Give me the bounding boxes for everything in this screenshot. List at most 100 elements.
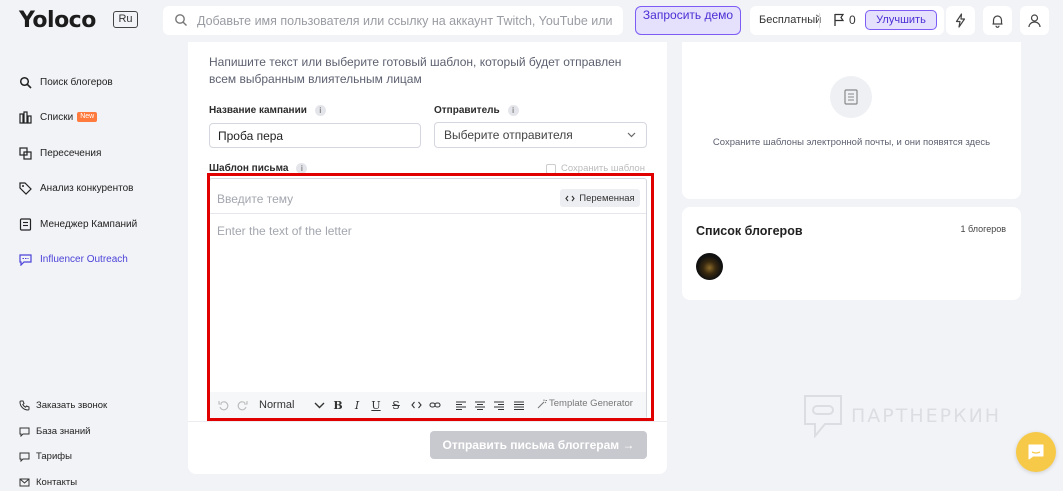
italic-button[interactable]: I	[351, 398, 363, 412]
template-generator-label: Template Generator	[549, 398, 633, 409]
watermark-text: ПАРТНЕРКИН	[851, 405, 1002, 427]
search-input[interactable]	[197, 9, 617, 32]
template-label: Шаблон письма i	[209, 163, 308, 174]
redo-icon	[237, 400, 248, 410]
bell-icon	[992, 15, 1003, 28]
align-right-button[interactable]	[493, 398, 505, 412]
divider	[188, 421, 667, 422]
format-select-value: Normal	[259, 399, 295, 411]
request-demo-button[interactable]: Запросить демо	[635, 6, 741, 35]
sender-select-value: Выберите отправителя	[444, 128, 573, 142]
campaign-icon	[19, 217, 32, 231]
notifications-button[interactable]	[983, 6, 1012, 35]
info-icon[interactable]: i	[296, 163, 308, 174]
undo-button[interactable]	[216, 398, 230, 412]
subject-input[interactable]	[217, 190, 537, 208]
tariff-icon	[19, 452, 30, 462]
align-center-button[interactable]	[474, 398, 486, 412]
flag-count: 0	[849, 13, 856, 27]
align-left-icon	[456, 401, 466, 410]
variable-label: Переменная	[579, 192, 635, 204]
format-select[interactable]: Normal	[259, 398, 325, 412]
chat-bubble-icon	[1028, 444, 1044, 460]
search-icon	[175, 14, 187, 26]
divider	[819, 13, 820, 28]
chevron-down-icon	[314, 402, 325, 408]
upgrade-button[interactable]: Улучшить	[865, 10, 937, 30]
plan-label: Бесплатный	[759, 14, 822, 26]
tag-icon	[19, 181, 32, 195]
template-placeholder	[830, 76, 872, 118]
contacts-icon	[19, 478, 30, 486]
phone-icon	[19, 400, 30, 411]
code-icon	[565, 195, 575, 201]
sidebar-item-intersections[interactable]: Пересечения	[19, 144, 101, 162]
flag-icon	[834, 13, 845, 26]
logo[interactable]: Yoloco	[19, 8, 96, 33]
chat-icon	[19, 253, 32, 266]
bloggers-list-title: Список блогеров	[696, 224, 803, 238]
info-icon[interactable]: i	[507, 105, 519, 116]
magic-wand-icon	[537, 399, 547, 408]
profile-button[interactable]	[1020, 6, 1049, 35]
new-badge: New	[77, 112, 98, 122]
save-template-checkbox[interactable]: Сохранить шаблон	[546, 163, 645, 174]
template-generator-button[interactable]: Template Generator	[537, 398, 633, 409]
footer-item-label: Заказать звонок	[36, 399, 108, 411]
sidebar-item-campaign-manager[interactable]: Менеджер Кампаний	[19, 215, 137, 233]
code-icon	[410, 401, 422, 409]
align-left-button[interactable]	[455, 398, 467, 412]
template-label-text: Шаблон письма	[209, 163, 289, 174]
language-switch[interactable]: Ru	[113, 11, 138, 28]
bold-button[interactable]: B	[332, 398, 344, 412]
intro-text: Напишите текст или выберите готовый шабл…	[209, 55, 622, 86]
redo-button[interactable]	[235, 398, 249, 412]
bloggers-count: 1 блогеров	[960, 224, 1007, 234]
align-justify-button[interactable]	[513, 398, 525, 412]
checkbox[interactable]	[546, 163, 556, 174]
outreach-form-card: Напишите текст или выберите готовый шабл…	[188, 42, 667, 474]
align-center-icon	[475, 401, 485, 410]
lightning-button[interactable]	[946, 6, 975, 35]
variable-button[interactable]: Переменная	[560, 189, 640, 207]
undo-icon	[217, 400, 228, 410]
sidebar-item-competitors[interactable]: Анализ конкурентов	[19, 179, 133, 197]
sidebar-item-label: Менеджер Кампаний	[40, 218, 138, 230]
letter-body-input[interactable]	[217, 224, 637, 384]
footer-item-call[interactable]: Заказать звонок	[19, 397, 107, 413]
sidebar-item-influencer-outreach[interactable]: Influencer Outreach	[19, 250, 128, 268]
sender-select[interactable]: Выберите отправителя	[434, 122, 647, 148]
footer-item-contacts[interactable]: Контакты	[19, 474, 77, 490]
search-box[interactable]	[163, 6, 623, 35]
sidebar-item-label: Influencer Outreach	[40, 253, 128, 265]
sidebar-item-label: Поиск блогеров	[40, 76, 113, 88]
sidebar-item-label: Пересечения	[40, 147, 102, 159]
sidebar-item-search[interactable]: Поиск блогеров	[19, 73, 113, 91]
footer-item-label: Контакты	[36, 476, 78, 488]
sidebar-item-label: Списки	[40, 111, 74, 123]
document-icon	[844, 89, 858, 105]
sender-label: Отправитель i	[434, 105, 519, 116]
campaign-name-label-text: Название кампании	[209, 105, 307, 116]
underline-button[interactable]: U	[370, 398, 382, 412]
letter-editor: Переменная Normal B I U S	[209, 178, 647, 419]
link-button[interactable]	[428, 398, 442, 412]
footer-item-knowledge[interactable]: База знаний	[19, 423, 90, 439]
sidebar: Поиск блогеров Списки New Пересечения Ан…	[0, 42, 180, 491]
info-icon[interactable]: i	[314, 105, 326, 116]
top-bar: Yoloco Ru Запросить демо Бесплатный 0 Ул…	[0, 0, 1063, 42]
search-icon	[19, 76, 32, 89]
footer-item-tariffs[interactable]: Тарифы	[19, 448, 72, 464]
templates-empty-text: Сохраните шаблоны электронной почты, и о…	[712, 137, 991, 148]
footer-item-label: База знаний	[36, 425, 91, 437]
support-chat-button[interactable]	[1016, 432, 1056, 472]
link-icon	[429, 402, 441, 408]
strikethrough-button[interactable]: S	[390, 398, 402, 412]
code-button[interactable]	[409, 398, 423, 412]
sidebar-item-lists[interactable]: Списки New	[19, 108, 98, 126]
avatar[interactable]	[696, 253, 723, 280]
save-template-label: Сохранить шаблон	[561, 163, 645, 174]
list-icon	[19, 110, 32, 124]
send-letters-button[interactable]: Отправить письма блоггерам →	[430, 431, 647, 459]
campaign-name-input[interactable]	[209, 123, 421, 148]
